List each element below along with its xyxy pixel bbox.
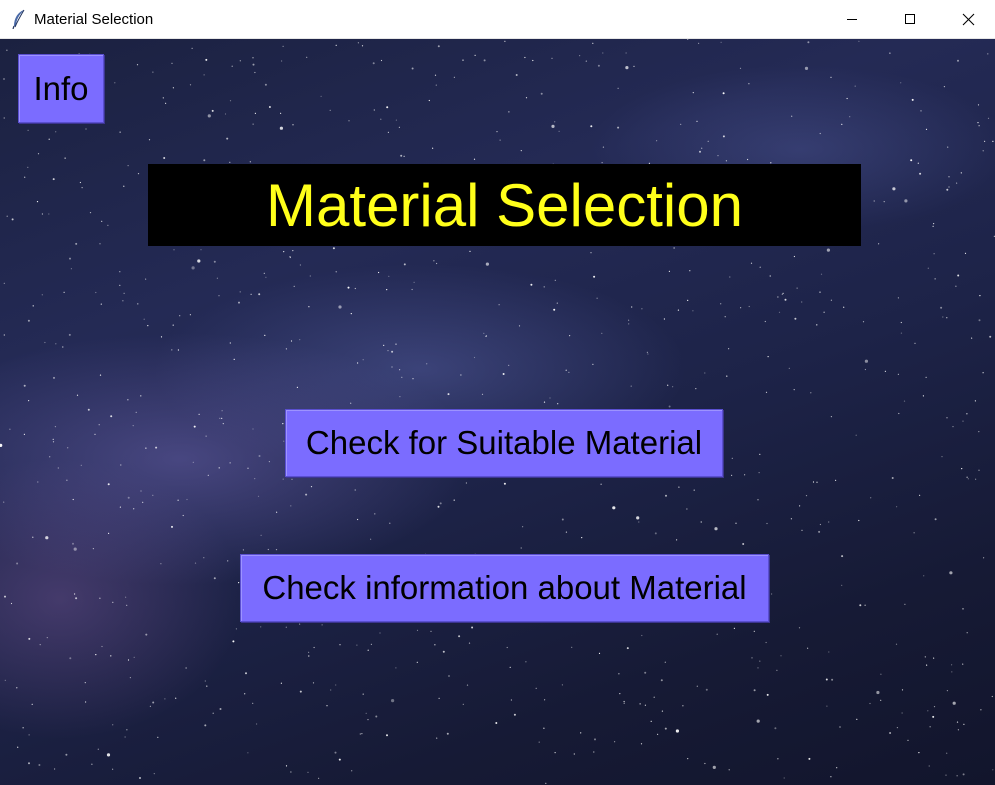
window-title: Material Selection [34, 11, 154, 28]
feather-icon [12, 9, 25, 29]
close-button[interactable] [939, 0, 995, 38]
check-suitable-material-button[interactable]: Check for Suitable Material [285, 409, 723, 477]
info-button[interactable]: Info [18, 54, 104, 123]
page-title: Material Selection [148, 164, 861, 246]
app-window: Material Selection Info Material Selecti… [0, 0, 995, 785]
title-bar[interactable]: Material Selection [0, 0, 995, 39]
maximize-icon [905, 14, 915, 24]
close-icon [962, 13, 974, 25]
minimize-icon [847, 19, 857, 20]
maximize-button[interactable] [881, 0, 939, 38]
check-material-info-button[interactable]: Check information about Material [240, 554, 769, 622]
starry-background: Info Material Selection Check for Suitab… [0, 39, 995, 785]
minimize-button[interactable] [823, 0, 881, 38]
